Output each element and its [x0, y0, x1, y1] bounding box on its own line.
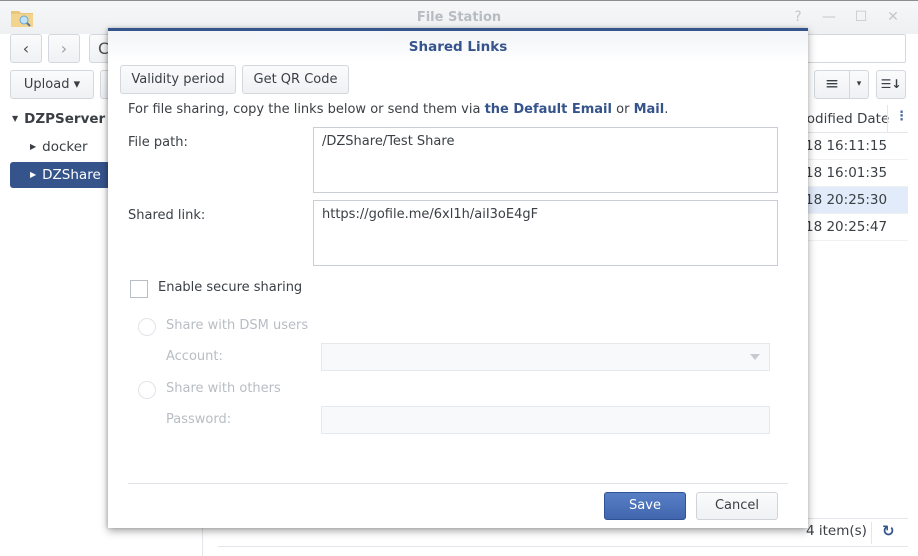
tree-item-label: DZShare [42, 167, 101, 183]
file-path-label: File path: [128, 135, 188, 150]
caret-down-icon: ▾ [856, 79, 862, 89]
dialog-title: Shared Links [408, 39, 508, 55]
validity-period-button[interactable]: Validity period [120, 65, 236, 94]
forward-button[interactable]: › [48, 34, 80, 63]
chevron-right-icon: › [60, 39, 68, 58]
view-mode-dropdown[interactable]: ▾ [849, 70, 869, 99]
close-icon[interactable]: ✕ [885, 9, 901, 25]
shared-link-label: Shared link: [128, 208, 206, 223]
get-qr-code-button[interactable]: Get QR Code [242, 65, 349, 94]
modified-date-cell: 18 16:11:15 [805, 138, 888, 154]
sort-button[interactable]: ☰↓ [876, 70, 906, 99]
share-with-dsm-users-label: Share with DSM users [166, 318, 309, 333]
share-with-others-label: Share with others [166, 381, 281, 396]
maximize-icon[interactable]: ☐ [853, 9, 869, 25]
dropdown-arrow-icon [750, 354, 760, 360]
column-separator [887, 105, 888, 133]
shared-links-dialog: Shared Links Validity period Get QR Code… [108, 28, 808, 528]
intro-text: or [611, 102, 634, 117]
save-button[interactable]: Save [604, 492, 686, 520]
dialog-header[interactable]: Shared Links [108, 31, 808, 63]
share-with-others-radio[interactable] [138, 381, 156, 399]
shared-link-field[interactable]: https://gofile.me/6xl1h/aiI3oE4gF [313, 200, 778, 266]
back-button[interactable]: ‹ [10, 34, 42, 63]
account-label: Account: [166, 349, 223, 364]
caret-down-icon: ▼ [12, 114, 19, 123]
sharing-instructions: For file sharing, copy the links below o… [128, 102, 668, 117]
password-label: Password: [166, 412, 232, 427]
status-separator [871, 522, 872, 544]
tree-root-dzpserver[interactable]: ▼ DZPServer [12, 106, 105, 132]
account-select[interactable] [321, 343, 770, 371]
sort-icon: ☰↓ [880, 77, 902, 91]
minimize-icon[interactable]: — [821, 9, 837, 25]
tree-item-label: docker [42, 139, 88, 155]
modified-date-cell: 18 20:25:47 [805, 219, 888, 235]
modified-date-cell: 18 16:01:35 [805, 165, 888, 181]
help-icon[interactable]: ? [790, 9, 806, 25]
share-with-dsm-users-radio[interactable] [138, 318, 156, 336]
modified-date-cell: 18 20:25:30 [805, 192, 888, 208]
intro-text: . [664, 102, 669, 117]
column-menu-icon[interactable]: ⋮ [895, 109, 908, 124]
view-mode-button[interactable]: ≡ [814, 70, 850, 99]
password-field[interactable] [321, 406, 770, 434]
tree-root-label: DZPServer [24, 111, 106, 127]
search-input[interactable] [800, 34, 906, 63]
intro-text: For file sharing, copy the links below o… [128, 102, 485, 117]
window-title: File Station [416, 10, 502, 25]
footer-divider [128, 483, 788, 484]
upload-button[interactable]: Upload ▾ [10, 70, 94, 99]
item-count: 4 item(s) [806, 523, 867, 539]
default-email-link[interactable]: the Default Email [485, 102, 612, 117]
chevron-left-icon: ‹ [22, 39, 30, 58]
mail-link[interactable]: Mail [634, 102, 665, 117]
enable-secure-sharing-label[interactable]: Enable secure sharing [158, 280, 302, 295]
caret-right-icon: ▶ [30, 170, 37, 179]
status-bar-divider [218, 546, 908, 547]
tree-item-dzshare[interactable]: ▶ DZShare [10, 162, 110, 188]
enable-secure-sharing-checkbox[interactable] [130, 280, 148, 298]
cancel-button[interactable]: Cancel [696, 492, 778, 520]
file-station-window: File Station ? — ☐ ✕ ‹ › C Upload ▾ ≡ ▾ … [0, 0, 918, 556]
caret-right-icon: ▶ [30, 142, 37, 151]
refresh-icon[interactable]: ↻ [882, 522, 895, 540]
file-path-field[interactable]: /DZShare/Test Share [313, 127, 778, 193]
list-view-icon: ≡ [824, 74, 840, 94]
column-header-modified-date[interactable]: lodified Date [803, 111, 889, 127]
